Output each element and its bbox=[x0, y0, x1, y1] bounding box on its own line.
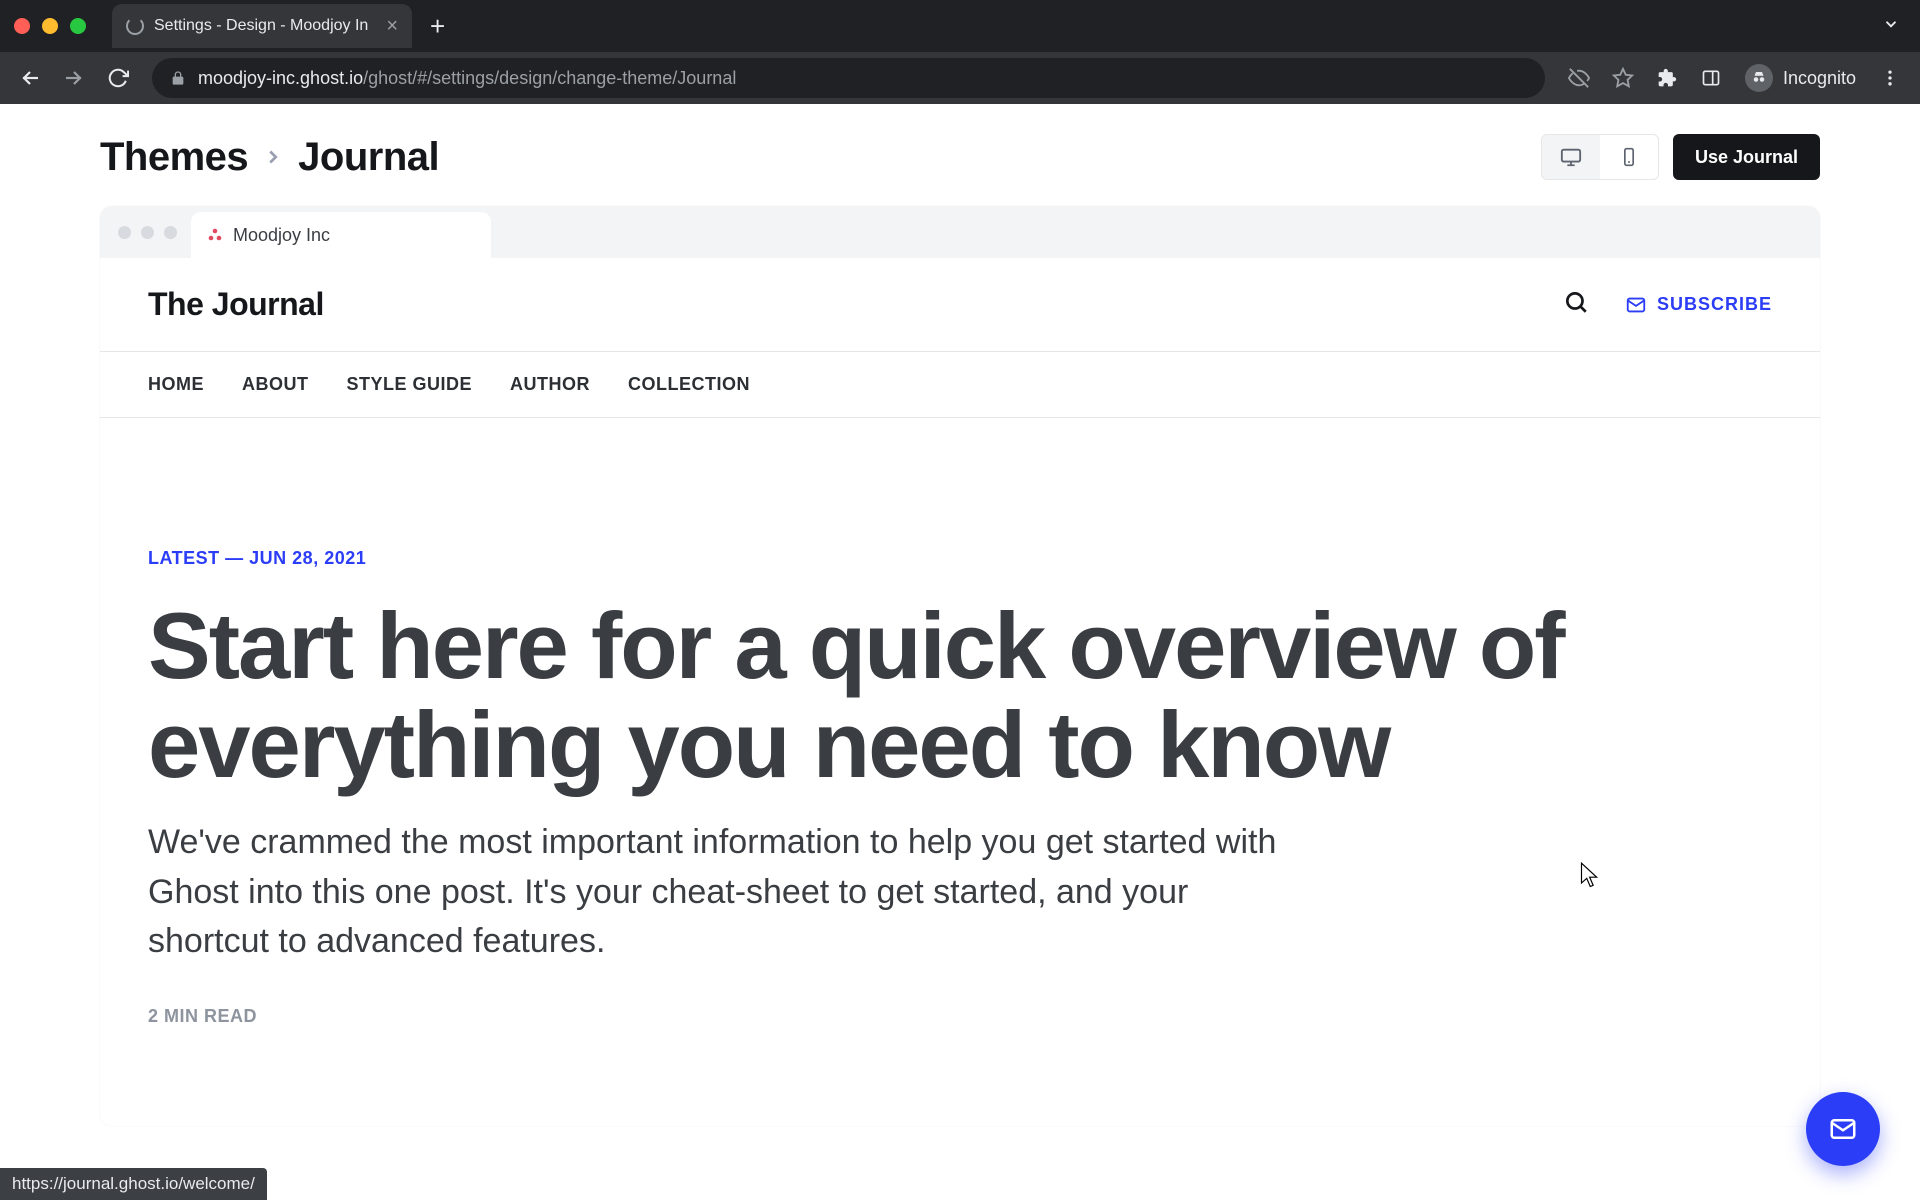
incognito-badge[interactable]: Incognito bbox=[1745, 64, 1856, 92]
site-title[interactable]: The Journal bbox=[148, 286, 324, 323]
nav-back-button[interactable] bbox=[14, 62, 46, 94]
tab-close-button[interactable]: × bbox=[386, 16, 398, 36]
window-close-button[interactable] bbox=[14, 18, 30, 34]
hero-excerpt: We've crammed the most important informa… bbox=[148, 818, 1288, 966]
preview-tab: Moodjoy Inc bbox=[191, 212, 491, 258]
breadcrumb-root[interactable]: Themes bbox=[100, 135, 248, 180]
site-favicon-icon bbox=[207, 227, 223, 243]
preview-chrome: Moodjoy Inc bbox=[100, 206, 1820, 258]
latest-date-label: LATEST — JUN 28, 2021 bbox=[148, 548, 1772, 569]
preview-body: The Journal SUBSCRIBE HOME ABOUT STYLE G… bbox=[100, 258, 1820, 1126]
browser-toolbar: moodjoy-inc.ghost.io/ghost/#/settings/de… bbox=[0, 52, 1920, 104]
url-bar[interactable]: moodjoy-inc.ghost.io/ghost/#/settings/de… bbox=[152, 58, 1545, 98]
subscribe-link[interactable]: SUBSCRIBE bbox=[1625, 294, 1772, 316]
desktop-preview-button[interactable] bbox=[1542, 135, 1600, 179]
browser-tab[interactable]: Settings - Design - Moodjoy In × bbox=[112, 4, 412, 48]
desktop-icon bbox=[1560, 146, 1582, 168]
url-text: moodjoy-inc.ghost.io/ghost/#/settings/de… bbox=[198, 68, 736, 89]
extensions-icon[interactable] bbox=[1651, 62, 1683, 94]
breadcrumb: Themes Journal bbox=[100, 135, 439, 180]
browser-menu-button[interactable] bbox=[1874, 62, 1906, 94]
preview-tab-label: Moodjoy Inc bbox=[233, 225, 330, 246]
theme-preview-frame: Moodjoy Inc The Journal SUBSCRIBE HOME bbox=[100, 206, 1820, 1126]
nav-style-guide[interactable]: STYLE GUIDE bbox=[347, 374, 473, 395]
newsletter-fab-button[interactable] bbox=[1806, 1092, 1820, 1126]
nav-home[interactable]: HOME bbox=[148, 374, 204, 395]
device-toggle bbox=[1541, 134, 1659, 180]
breadcrumb-current: Journal bbox=[298, 135, 439, 180]
incognito-icon bbox=[1745, 64, 1773, 92]
preview-dot bbox=[118, 226, 131, 239]
page-header: Themes Journal Use Journal bbox=[100, 134, 1820, 180]
use-theme-button[interactable]: Use Journal bbox=[1673, 134, 1820, 180]
site-nav: HOME ABOUT STYLE GUIDE AUTHOR COLLECTION bbox=[100, 351, 1820, 418]
hero-title[interactable]: Start here for a quick overview of every… bbox=[148, 597, 1648, 794]
mobile-preview-button[interactable] bbox=[1600, 135, 1658, 179]
mobile-icon bbox=[1619, 147, 1639, 167]
nav-forward-button[interactable] bbox=[58, 62, 90, 94]
sidepanel-icon[interactable] bbox=[1695, 62, 1727, 94]
hero-post: LATEST — JUN 28, 2021 Start here for a q… bbox=[100, 418, 1820, 1027]
mail-icon bbox=[1625, 294, 1647, 316]
bookmark-star-icon[interactable] bbox=[1607, 62, 1639, 94]
window-controls bbox=[14, 18, 86, 34]
search-icon bbox=[1563, 289, 1589, 315]
header-actions: Use Journal bbox=[1541, 134, 1820, 180]
nav-about[interactable]: ABOUT bbox=[242, 374, 309, 395]
tab-title: Settings - Design - Moodjoy In bbox=[154, 17, 376, 35]
chevron-right-icon bbox=[262, 146, 284, 168]
lock-icon bbox=[170, 70, 186, 86]
preview-window-controls bbox=[118, 226, 177, 239]
preview-dot bbox=[141, 226, 154, 239]
read-time: 2 MIN READ bbox=[148, 1006, 1772, 1027]
reload-button[interactable] bbox=[102, 62, 134, 94]
preview-dot bbox=[164, 226, 177, 239]
page: Themes Journal Use Journal bbox=[0, 104, 1920, 1200]
tabs-dropdown-button[interactable] bbox=[1882, 15, 1900, 38]
loading-spinner-icon bbox=[126, 17, 144, 35]
nav-collection[interactable]: COLLECTION bbox=[628, 374, 750, 395]
incognito-label: Incognito bbox=[1783, 68, 1856, 89]
new-tab-button[interactable]: + bbox=[430, 13, 445, 39]
site-header: The Journal SUBSCRIBE bbox=[100, 258, 1820, 351]
window-minimize-button[interactable] bbox=[42, 18, 58, 34]
tab-strip: Settings - Design - Moodjoy In × + bbox=[0, 0, 1920, 52]
search-button[interactable] bbox=[1563, 289, 1589, 320]
browser-chrome: Settings - Design - Moodjoy In × + moodj… bbox=[0, 0, 1920, 104]
window-maximize-button[interactable] bbox=[70, 18, 86, 34]
status-bar-link: https://journal.ghost.io/welcome/ bbox=[0, 1168, 267, 1200]
eye-off-icon[interactable] bbox=[1563, 62, 1595, 94]
site-header-actions: SUBSCRIBE bbox=[1563, 289, 1772, 320]
nav-author[interactable]: AUTHOR bbox=[510, 374, 590, 395]
subscribe-label: SUBSCRIBE bbox=[1657, 294, 1772, 315]
